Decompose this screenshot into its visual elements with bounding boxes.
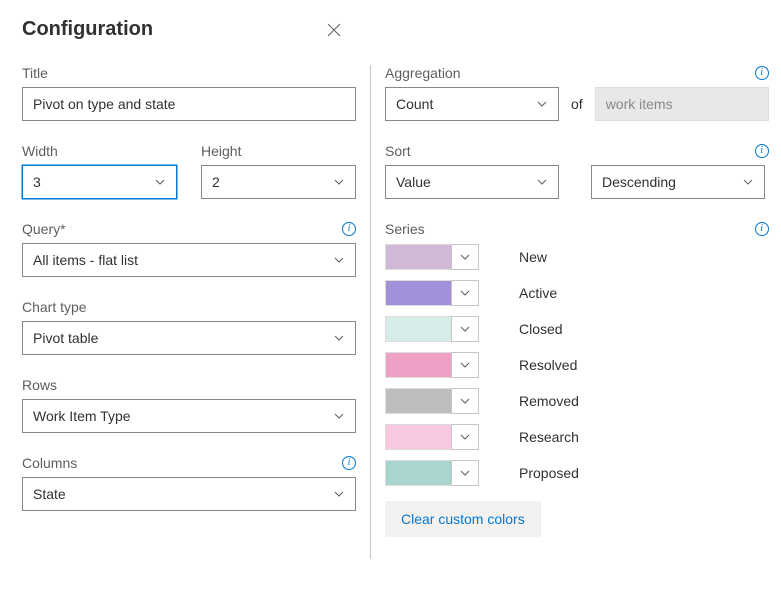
width-select[interactable]: 3 [22,165,177,199]
charttype-select[interactable]: Pivot table [22,321,356,355]
clear-custom-colors-button[interactable]: Clear custom colors [385,501,541,537]
info-icon[interactable]: i [755,222,769,236]
rows-label: Rows [22,377,57,393]
sort-field-select[interactable]: Value [385,165,559,199]
series-label: Closed [519,321,563,337]
aggregation-target: work items [595,87,769,121]
chevron-down-icon [333,332,345,344]
series-item: Proposed [385,459,769,487]
series-item: Active [385,279,769,307]
color-picker-toggle[interactable] [451,460,479,486]
width-label: Width [22,143,58,159]
query-select[interactable]: All items - flat list [22,243,356,277]
close-icon[interactable] [326,22,342,38]
color-swatch [385,388,451,414]
chevron-down-icon [742,176,754,188]
series-item: Research [385,423,769,451]
color-swatch [385,424,451,450]
height-select[interactable]: 2 [201,165,356,199]
charttype-label: Chart type [22,299,87,315]
color-swatch [385,352,451,378]
chevron-down-icon [459,287,471,299]
charttype-value: Pivot table [33,330,98,346]
of-label: of [571,96,583,112]
chevron-down-icon [333,176,345,188]
chevron-down-icon [459,323,471,335]
chevron-down-icon [536,176,548,188]
series-item: New [385,243,769,271]
series-label: Proposed [519,465,579,481]
info-icon[interactable]: i [342,222,356,236]
info-icon[interactable]: i [342,456,356,470]
chevron-down-icon [536,98,548,110]
sort-direction-select[interactable]: Descending [591,165,765,199]
sort-direction-value: Descending [602,174,676,190]
color-swatch [385,244,451,270]
color-picker-toggle[interactable] [451,388,479,414]
chevron-down-icon [154,176,166,188]
title-input[interactable] [22,87,356,121]
columns-value: State [33,486,66,502]
color-swatch [385,316,451,342]
color-picker-toggle[interactable] [451,352,479,378]
chevron-down-icon [459,359,471,371]
chevron-down-icon [333,488,345,500]
chevron-down-icon [459,467,471,479]
color-picker-toggle[interactable] [451,280,479,306]
chevron-down-icon [459,395,471,407]
columns-select[interactable]: State [22,477,356,511]
series-label: Removed [519,393,579,409]
chevron-down-icon [333,410,345,422]
title-label: Title [22,65,48,81]
series-label: Series [385,221,425,237]
sort-field-value: Value [396,174,431,190]
height-label: Height [201,143,241,159]
color-swatch [385,280,451,306]
series-label: Research [519,429,579,445]
series-label: Active [519,285,557,301]
query-label: Query* [22,221,66,237]
color-swatch [385,460,451,486]
height-value: 2 [212,174,220,190]
series-label: Resolved [519,357,577,373]
aggregation-target-value: work items [606,96,673,112]
series-item: Resolved [385,351,769,379]
chevron-down-icon [459,251,471,263]
info-icon[interactable]: i [755,144,769,158]
rows-value: Work Item Type [33,408,131,424]
chevron-down-icon [333,254,345,266]
sort-label: Sort [385,143,411,159]
color-picker-toggle[interactable] [451,316,479,342]
aggregation-value: Count [396,96,433,112]
aggregation-label: Aggregation [385,65,461,81]
series-label: New [519,249,547,265]
dialog-title: Configuration [22,18,153,41]
color-picker-toggle[interactable] [451,244,479,270]
rows-select[interactable]: Work Item Type [22,399,356,433]
series-item: Removed [385,387,769,415]
color-picker-toggle[interactable] [451,424,479,450]
columns-label: Columns [22,455,77,471]
info-icon[interactable]: i [755,66,769,80]
chevron-down-icon [459,431,471,443]
aggregation-select[interactable]: Count [385,87,559,121]
query-value: All items - flat list [33,252,138,268]
series-item: Closed [385,315,769,343]
width-value: 3 [33,174,41,190]
